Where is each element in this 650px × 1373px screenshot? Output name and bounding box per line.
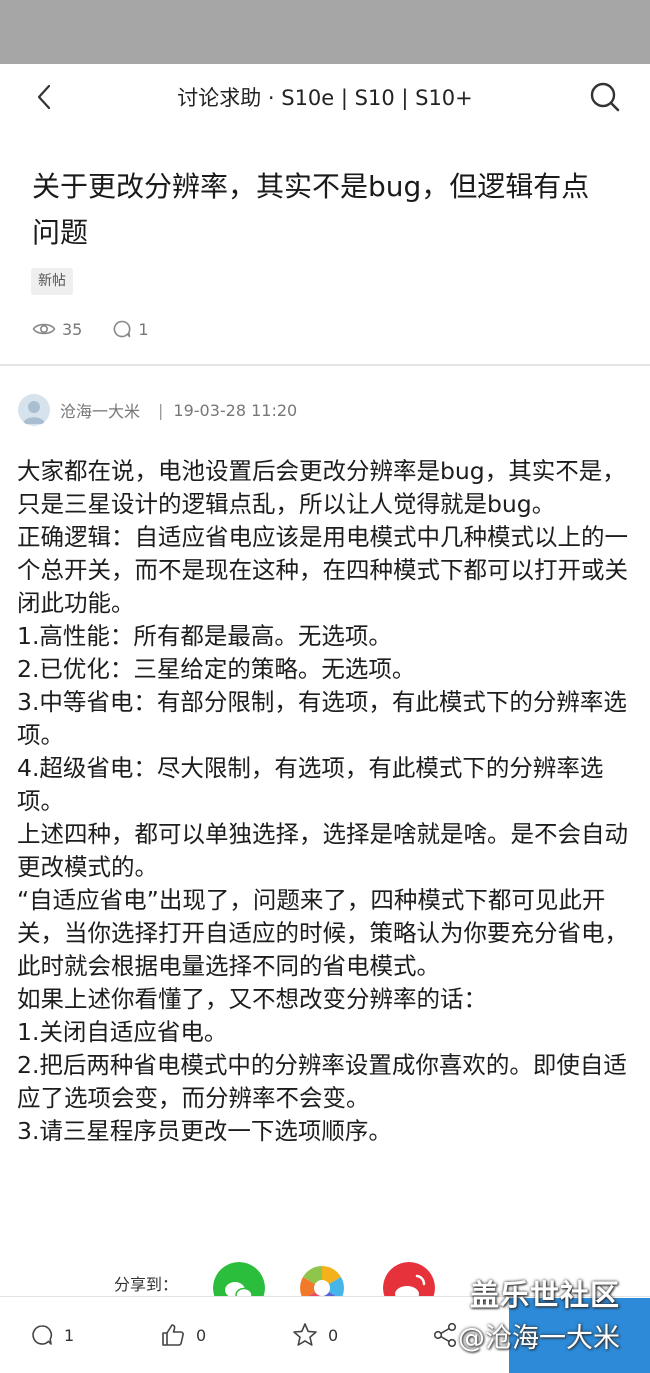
avatar[interactable] [18, 394, 50, 426]
body-paragraph: 4.超级省电：尽大限制，有选项，有此模式下的分辨率选项。 [17, 754, 604, 815]
comment-button[interactable]: 1 [30, 1321, 74, 1349]
comment-count: 1 [112, 319, 149, 339]
post-title: 关于更改分辨率，其实不是bug，但逻辑有点问题 [32, 170, 590, 249]
like-button-count: 0 [196, 1325, 207, 1345]
share-label: 分享到： [114, 1275, 179, 1294]
body-paragraph: 3.请三星程序员更改一下选项顺序。 [17, 1117, 392, 1145]
post-body: 大家都在说，电池设置后会更改分辨率是bug，其实不是，只是三星设计的逻辑点乱，所… [17, 455, 642, 1148]
post-header: 关于更改分辨率，其实不是bug，但逻辑有点问题 新帖 35 1 [0, 130, 650, 365]
view-count: 35 [32, 320, 82, 339]
body-paragraph: 1.高性能：所有都是最高。无选项。 [17, 622, 392, 650]
body-paragraph: 3.中等省电：有部分限制，有选项，有此模式下的分辨率选项。 [17, 688, 627, 749]
status-bar [0, 0, 650, 64]
watermark-site: 盖乐世社区 [470, 1278, 621, 1312]
comment-count-value: 1 [138, 319, 149, 339]
body-paragraph: 1.关闭自适应省电。 [17, 1018, 228, 1046]
body-paragraph: 上述四种，都可以单独选择，选择是啥就是啥。是不会自动更改模式的。 [17, 820, 628, 881]
back-button[interactable] [28, 80, 62, 114]
comment-bubble-icon [32, 1325, 53, 1345]
search-button[interactable] [586, 78, 624, 116]
favorite-button-count: 0 [328, 1325, 339, 1345]
author-row: 沧海一大米 | 19-03-28 11:20 [18, 390, 297, 430]
star-icon [293, 1323, 317, 1346]
body-paragraph: 大家都在说，电池设置后会更改分辨率是bug，其实不是，只是三星设计的逻辑点乱，所… [17, 457, 626, 518]
chevron-left-icon [37, 84, 51, 110]
body-paragraph: 如果上述你看懂了，又不想改变分辨率的话： [17, 985, 487, 1013]
search-icon [590, 82, 620, 112]
header-divider [0, 364, 650, 366]
body-paragraph: 正确逻辑：自适应省电应该是用电模式中几种模式以上的一个总开关，而不是现在这种，在… [17, 523, 628, 617]
body-paragraph: “自适应省电”出现了，问题来了，四种模式下都可见此开关，当你选择打开自适应的时候… [17, 886, 628, 980]
body-paragraph: 2.把后两种省电模式中的分辨率设置成你喜欢的。即使自适应了选项会变，而分辨率不会… [17, 1051, 627, 1112]
watermark-author: @沧海一大米 [458, 1323, 620, 1354]
user-avatar-icon [23, 401, 45, 424]
forum-title: 讨论求助 · S10e | S10 | S10+ [177, 86, 473, 110]
like-button[interactable]: 0 [160, 1321, 206, 1349]
post-stats: 35 1 [32, 316, 179, 342]
eye-icon [32, 323, 56, 335]
thumbs-up-icon [162, 1324, 184, 1346]
favorite-button[interactable]: 0 [292, 1321, 338, 1349]
comment-button-count: 1 [64, 1325, 75, 1345]
view-count-value: 35 [62, 319, 83, 339]
meta-separator: | [158, 400, 164, 420]
body-paragraph: 2.已优化：三星给定的策略。无选项。 [17, 655, 416, 683]
share-icon [433, 1322, 457, 1348]
author-name[interactable]: 沧海一大米 [60, 398, 140, 422]
new-post-badge: 新帖 [31, 268, 73, 295]
top-nav: 讨论求助 · S10e | S10 | S10+ [0, 64, 650, 130]
post-timestamp: 19-03-28 11:20 [173, 400, 298, 420]
comment-bubble-icon [114, 320, 131, 338]
